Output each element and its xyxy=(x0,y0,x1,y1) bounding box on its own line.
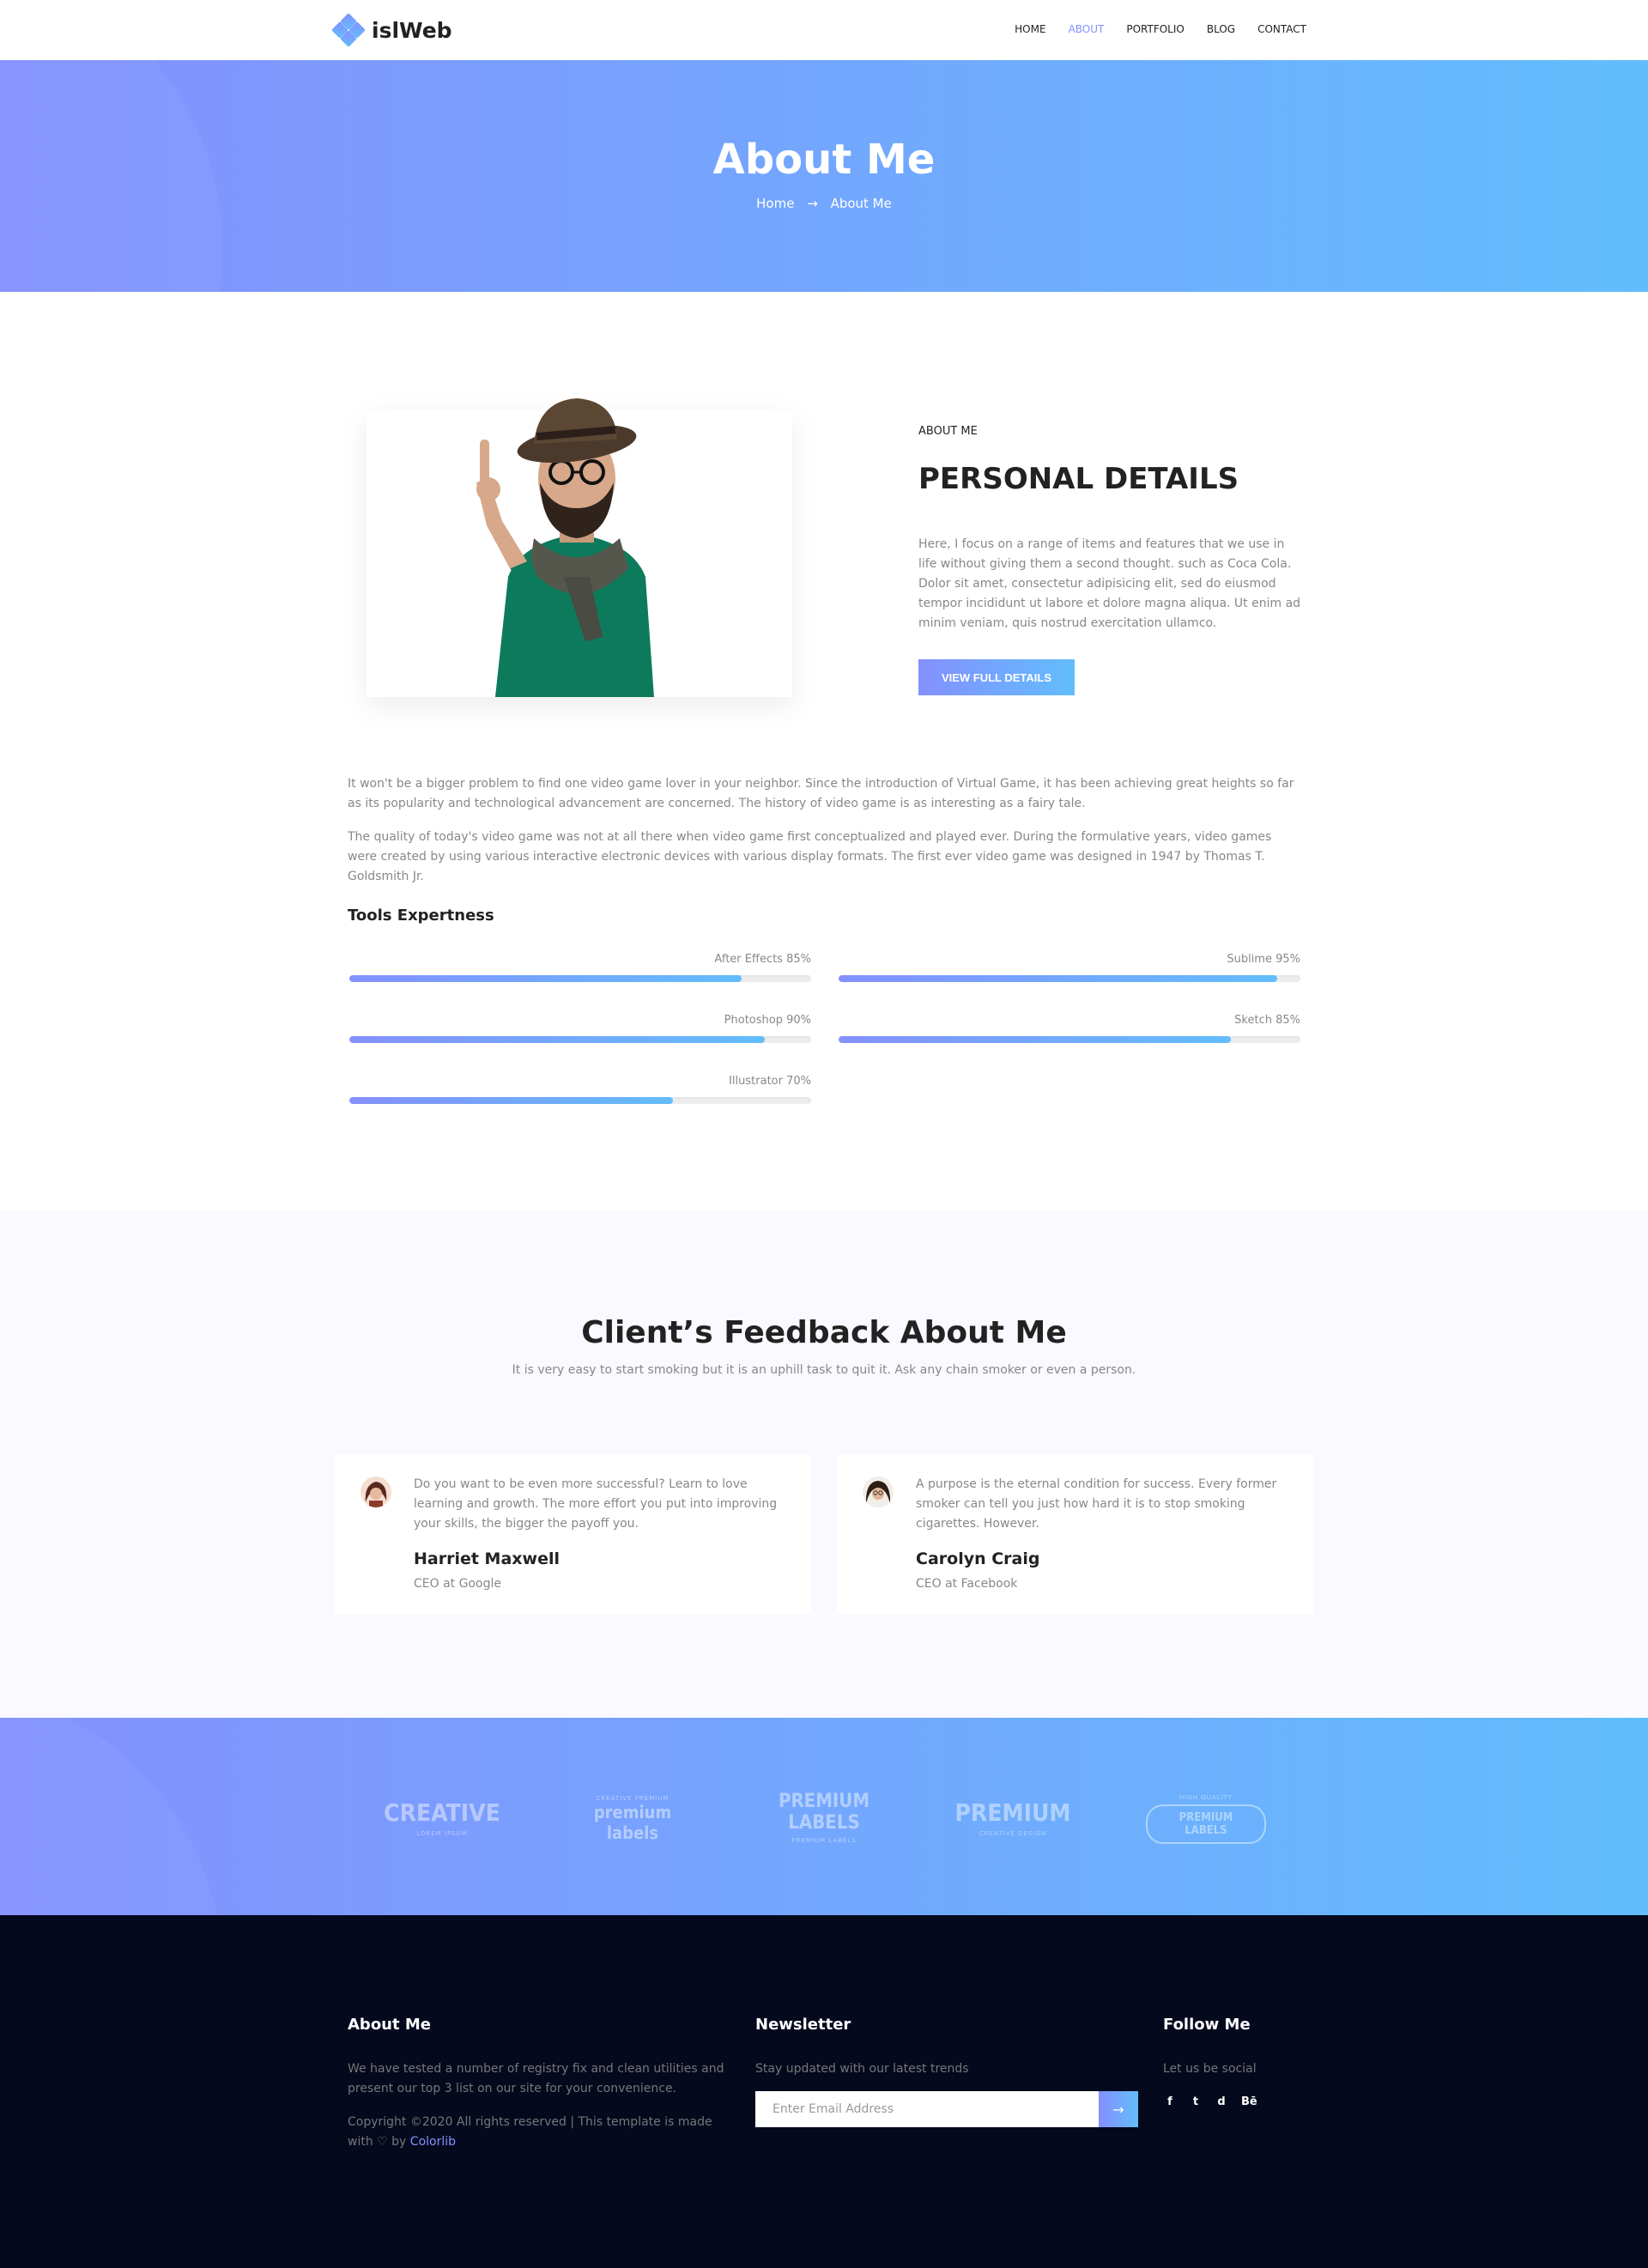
tools-title: Tools Expertness xyxy=(348,907,494,925)
behance-icon[interactable]: Bē xyxy=(1241,2095,1257,2108)
twitter-icon[interactable]: t xyxy=(1190,2095,1202,2108)
footer-about-text: We have tested a number of registry fix … xyxy=(348,2062,724,2095)
testimonial-name: Carolyn Craig xyxy=(916,1549,1040,1568)
logo[interactable]: islWeb xyxy=(331,13,452,47)
main-nav: HOME ABOUT PORTFOLIO BLOG CONTACT xyxy=(1015,23,1306,35)
brand-tagline: HIGH QUALITY xyxy=(1178,1794,1233,1801)
newsletter-form: Enter Email Address → xyxy=(755,2091,1138,2127)
skill-fill xyxy=(349,1036,766,1043)
skill-label: After Effects 85% xyxy=(714,953,811,966)
nav-home[interactable]: HOME xyxy=(1015,23,1045,35)
skill-fill xyxy=(349,975,742,982)
skill-label: Sketch 85% xyxy=(1234,1014,1300,1027)
testimonial-role: CEO at Facebook xyxy=(916,1577,1018,1591)
skill-illustrator: Illustrator 70% xyxy=(349,1075,811,1104)
skill-track xyxy=(349,1097,811,1104)
copyright-by: by xyxy=(391,2135,407,2149)
brand-name: premium labels xyxy=(593,1802,672,1843)
brand-logo: CREATIVE PREMIUM premium labels xyxy=(568,1785,697,1850)
heart-icon: ♡ xyxy=(377,2135,388,2149)
brand-tagline: CREATIVE PREMIUM xyxy=(596,1795,670,1802)
follow-title: Follow Me xyxy=(1163,2016,1251,2034)
skill-label: Sublime 95% xyxy=(1227,953,1300,966)
brands-decoration xyxy=(0,1718,223,1915)
follow-text: Let us be social xyxy=(1163,2062,1257,2076)
brands-strip: CREATIVE LOREM IPSUM CREATIVE PREMIUM pr… xyxy=(0,1718,1648,1915)
brand-tagline: LOREM IPSUM xyxy=(416,1829,468,1837)
testimonial-role: CEO at Google xyxy=(414,1577,501,1591)
testimonial-quote: Do you want to be even more successful? … xyxy=(414,1477,778,1531)
newsletter-text: Stay updated with our latest trends xyxy=(755,2062,969,2076)
skill-fill xyxy=(839,1036,1232,1043)
feedback-subtitle: It is very easy to start smoking but it … xyxy=(512,1363,1136,1377)
arrow-right-icon: → xyxy=(807,196,818,211)
footer-follow: Follow Me Let us be social xyxy=(1163,2016,1335,2079)
page-title: About Me xyxy=(712,136,936,184)
colorlib-link[interactable]: Colorlib xyxy=(410,2135,456,2149)
footer-about: About Me We have tested a number of regi… xyxy=(348,2016,734,2152)
brand-name: PREMIUM xyxy=(954,1798,1071,1827)
brand-tagline: PREMIUM LABELS xyxy=(791,1837,857,1844)
breadcrumb: Home → About Me xyxy=(0,196,1648,211)
view-details-button[interactable]: VIEW FULL DETAILS xyxy=(918,659,1075,695)
nav-contact[interactable]: CONTACT xyxy=(1257,23,1306,35)
brand-name: PREMIUM LABELS xyxy=(778,1791,870,1834)
skill-fill xyxy=(349,1097,673,1104)
brand-name: PREMIUM LABELS xyxy=(1146,1804,1266,1844)
breadcrumb-home[interactable]: Home xyxy=(756,196,794,211)
skill-track xyxy=(839,1036,1300,1043)
email-input[interactable]: Enter Email Address xyxy=(755,2091,1099,2127)
skill-sublime: Sublime 95% xyxy=(839,953,1300,982)
site-header: islWeb HOME ABOUT PORTFOLIO BLOG CONTACT xyxy=(0,0,1648,60)
footer-newsletter: Newsletter Stay updated with our latest … xyxy=(755,2016,1142,2079)
copyright: Copyright ©2020 All rights reserved | Th… xyxy=(348,2113,734,2152)
facebook-icon[interactable]: f xyxy=(1164,2095,1176,2108)
brand-name: CREATIVE xyxy=(384,1798,500,1827)
logo-icon xyxy=(331,13,366,47)
site-footer: About Me We have tested a number of regi… xyxy=(0,1915,1648,2268)
nav-about[interactable]: ABOUT xyxy=(1069,23,1105,35)
dribbble-icon[interactable]: d xyxy=(1215,2095,1227,2108)
arrow-right-icon: → xyxy=(1112,2101,1124,2118)
about-paragraph: Here, I focus on a range of items and fe… xyxy=(918,537,1301,630)
skill-photoshop: Photoshop 90% xyxy=(349,1014,811,1043)
avatar xyxy=(360,1477,391,1507)
skill-label: Photoshop 90% xyxy=(724,1014,811,1027)
testimonial-card: Do you want to be even more successful? … xyxy=(335,1455,811,1614)
about-paragraph-2: It won't be a bigger problem to find one… xyxy=(348,777,1294,810)
testimonial-card: A purpose is the eternal condition for s… xyxy=(837,1455,1313,1614)
social-links: f t d Bē xyxy=(1164,2095,1257,2108)
testimonial-name: Harriet Maxwell xyxy=(414,1549,560,1568)
nav-portfolio[interactable]: PORTFOLIO xyxy=(1126,23,1184,35)
subscribe-button[interactable]: → xyxy=(1099,2091,1138,2127)
skill-track xyxy=(349,1036,811,1043)
brand-logo: CREATIVE LOREM IPSUM xyxy=(378,1785,506,1850)
skill-sketch: Sketch 85% xyxy=(839,1014,1300,1043)
skill-after-effects: After Effects 85% xyxy=(349,953,811,982)
logo-text: islWeb xyxy=(372,17,452,43)
hero-banner: About Me Home → About Me xyxy=(0,60,1648,292)
brand-tagline: CREATIVE DESIGN xyxy=(978,1829,1047,1837)
footer-about-title: About Me xyxy=(348,2016,431,2034)
testimonial-quote: A purpose is the eternal condition for s… xyxy=(916,1477,1277,1531)
feedback-section: Client’s Feedback About Me It is very ea… xyxy=(0,1210,1648,1717)
skill-fill xyxy=(839,975,1278,982)
nav-blog[interactable]: BLOG xyxy=(1207,23,1235,35)
avatar xyxy=(863,1477,894,1507)
skill-label: Illustrator 70% xyxy=(729,1075,811,1088)
newsletter-title: Newsletter xyxy=(755,2016,851,2034)
about-heading: PERSONAL DETAILS xyxy=(918,462,1239,496)
skill-track xyxy=(349,975,811,982)
brand-logo: PREMIUM CREATIVE DESIGN xyxy=(953,1785,1073,1850)
about-label: ABOUT ME xyxy=(918,425,978,438)
profile-image xyxy=(367,398,792,697)
brand-logo: PREMIUM LABELS PREMIUM LABELS xyxy=(747,1785,901,1850)
breadcrumb-current[interactable]: About Me xyxy=(831,196,892,211)
about-paragraph-3: The quality of today's video game was no… xyxy=(348,830,1272,883)
skill-track xyxy=(839,975,1300,982)
brand-logo: HIGH QUALITY PREMIUM LABELS xyxy=(1146,1785,1266,1850)
feedback-title: Client’s Feedback About Me xyxy=(581,1315,1067,1350)
